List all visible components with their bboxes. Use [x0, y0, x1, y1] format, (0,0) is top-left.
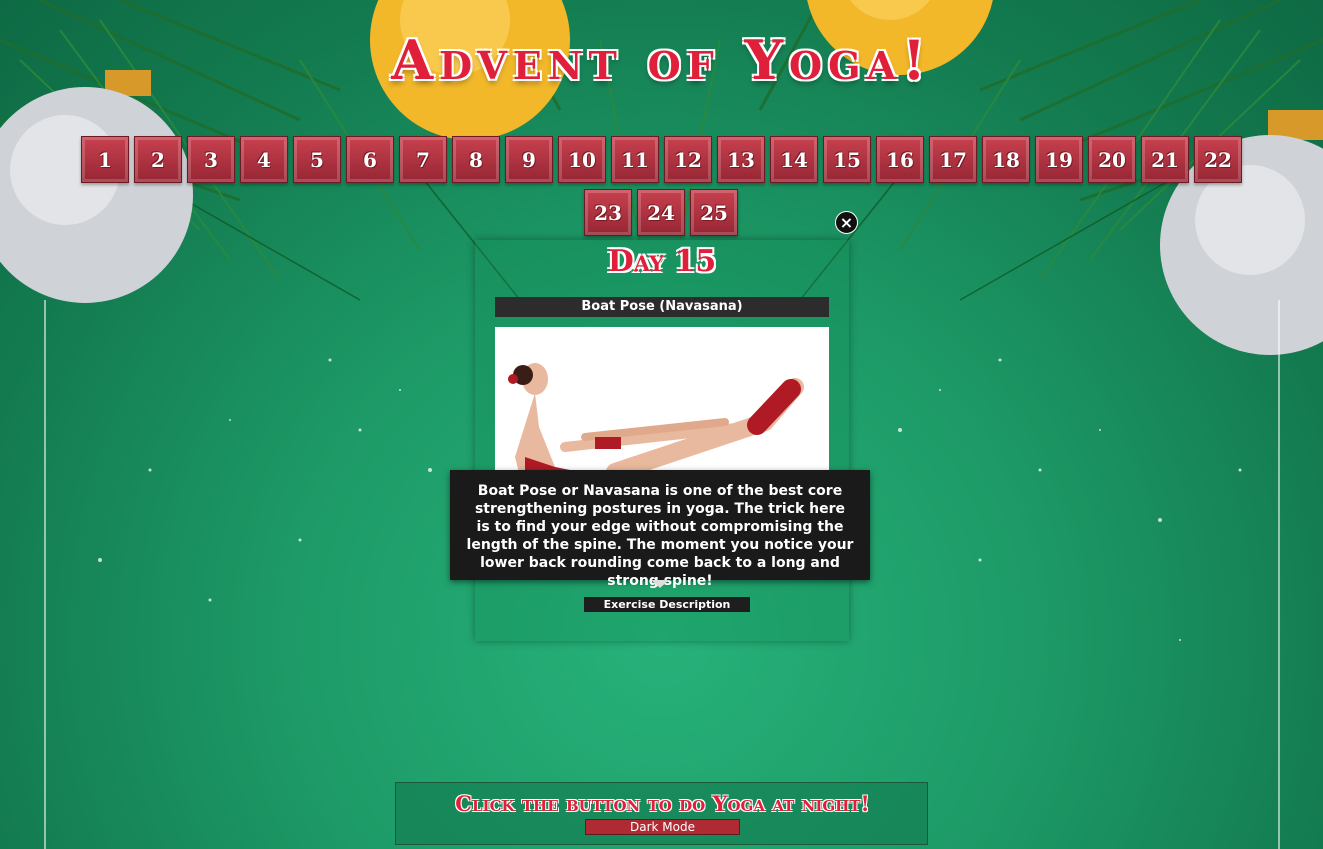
- day-button-25[interactable]: 25: [690, 189, 738, 236]
- day-button-14[interactable]: 14: [770, 136, 818, 183]
- tooltip-arrow: [651, 580, 669, 588]
- day-button-13[interactable]: 13: [717, 136, 765, 183]
- day-button-22[interactable]: 22: [1194, 136, 1242, 183]
- close-icon[interactable]: ×: [835, 211, 858, 234]
- day-button-24[interactable]: 24: [637, 189, 685, 236]
- day-button-17[interactable]: 17: [929, 136, 977, 183]
- day-button-21[interactable]: 21: [1141, 136, 1189, 183]
- day-button-6[interactable]: 6: [346, 136, 394, 183]
- day-button-1[interactable]: 1: [81, 136, 129, 183]
- ornament-string-left: [44, 300, 46, 849]
- page-title: Advent of Yoga!: [391, 28, 932, 92]
- day-button-19[interactable]: 19: [1035, 136, 1083, 183]
- dark-mode-button[interactable]: Dark Mode: [585, 819, 740, 835]
- day-button-23[interactable]: 23: [584, 189, 632, 236]
- exercise-description-tooltip: Boat Pose or Navasana is one of the best…: [450, 470, 870, 589]
- day-button-3[interactable]: 3: [187, 136, 235, 183]
- day-button-18[interactable]: 18: [982, 136, 1030, 183]
- dark-mode-panel: Click the button to do Yoga at night! Da…: [395, 782, 928, 845]
- day-button-10[interactable]: 10: [558, 136, 606, 183]
- day-button-5[interactable]: 5: [293, 136, 341, 183]
- day-button-4[interactable]: 4: [240, 136, 288, 183]
- day-button-12[interactable]: 12: [664, 136, 712, 183]
- day-button-15[interactable]: 15: [823, 136, 871, 183]
- day-button-20[interactable]: 20: [1088, 136, 1136, 183]
- ornament-string-right: [1278, 300, 1280, 849]
- exercise-description-button[interactable]: Exercise Description: [584, 597, 750, 612]
- day-button-11[interactable]: 11: [611, 136, 659, 183]
- day-button-8[interactable]: 8: [452, 136, 500, 183]
- day-button-9[interactable]: 9: [505, 136, 553, 183]
- dark-mode-prompt: Click the button to do Yoga at night!: [455, 791, 870, 816]
- day-heading: Day 15: [607, 244, 717, 279]
- exercise-name: Boat Pose (Navasana): [495, 297, 829, 317]
- day-button-2[interactable]: 2: [134, 136, 182, 183]
- day-button-7[interactable]: 7: [399, 136, 447, 183]
- day-button-16[interactable]: 16: [876, 136, 924, 183]
